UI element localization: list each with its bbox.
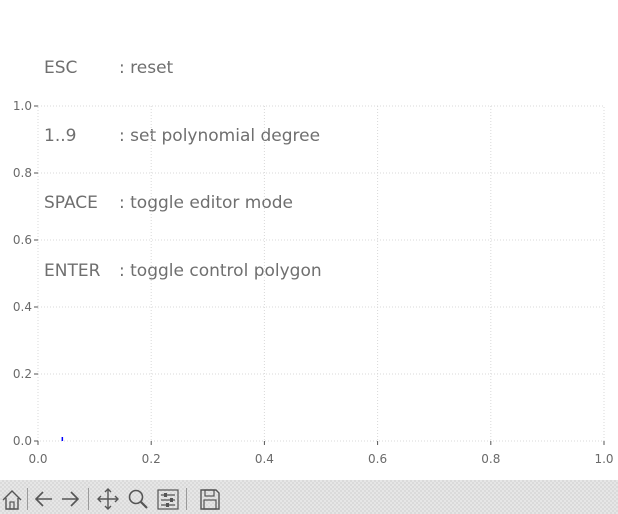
x-tick-label: 0.6 [368, 452, 387, 466]
y-tick-label: 1.0 [13, 99, 32, 113]
x-tick-label: 0.2 [142, 452, 161, 466]
floppy-disk-icon [200, 489, 220, 510]
zoom-icon [128, 489, 148, 509]
x-tick-label: 0.0 [28, 452, 47, 466]
axes-frame [37, 105, 605, 442]
home-button[interactable] [0, 486, 24, 512]
configure-subplots-button[interactable] [156, 486, 180, 512]
x-axis-ticks: 0.0 0.2 0.4 0.6 0.8 1.0 [28, 441, 614, 466]
y-tick-label: 0.8 [13, 166, 32, 180]
save-button[interactable] [198, 486, 222, 512]
x-tick-label: 0.8 [481, 452, 500, 466]
y-axis-ticks: 0.0 0.2 0.4 0.6 0.8 1.0 [13, 99, 38, 448]
y-tick-label: 0.6 [13, 233, 32, 247]
y-tick-label: 0.0 [13, 434, 32, 448]
grid [38, 106, 604, 441]
back-arrow-icon [34, 491, 52, 507]
y-tick-label: 0.4 [13, 300, 32, 314]
y-tick-label: 0.2 [13, 367, 32, 381]
x-tick-label: 1.0 [594, 452, 613, 466]
sliders-icon [157, 489, 179, 510]
pan-button[interactable] [96, 486, 120, 512]
zoom-button[interactable] [126, 486, 150, 512]
home-icon [2, 490, 22, 510]
forward-arrow-icon [62, 491, 80, 507]
toolbar-separator [27, 488, 28, 510]
x-tick-label: 0.4 [255, 452, 274, 466]
forward-button[interactable] [58, 486, 82, 512]
plot-canvas[interactable]: 0.0 0.2 0.4 0.6 0.8 1.0 0.0 0.2 0.4 0.6 0.8 1.0 [0, 0, 618, 480]
toolbar-separator [186, 488, 187, 510]
toolbar-separator [88, 488, 89, 510]
plot-window: ESC: reset 1..9: set polynomial degree S… [0, 0, 618, 514]
move-icon [97, 488, 119, 510]
navigation-toolbar [0, 480, 618, 514]
back-button[interactable] [32, 486, 56, 512]
